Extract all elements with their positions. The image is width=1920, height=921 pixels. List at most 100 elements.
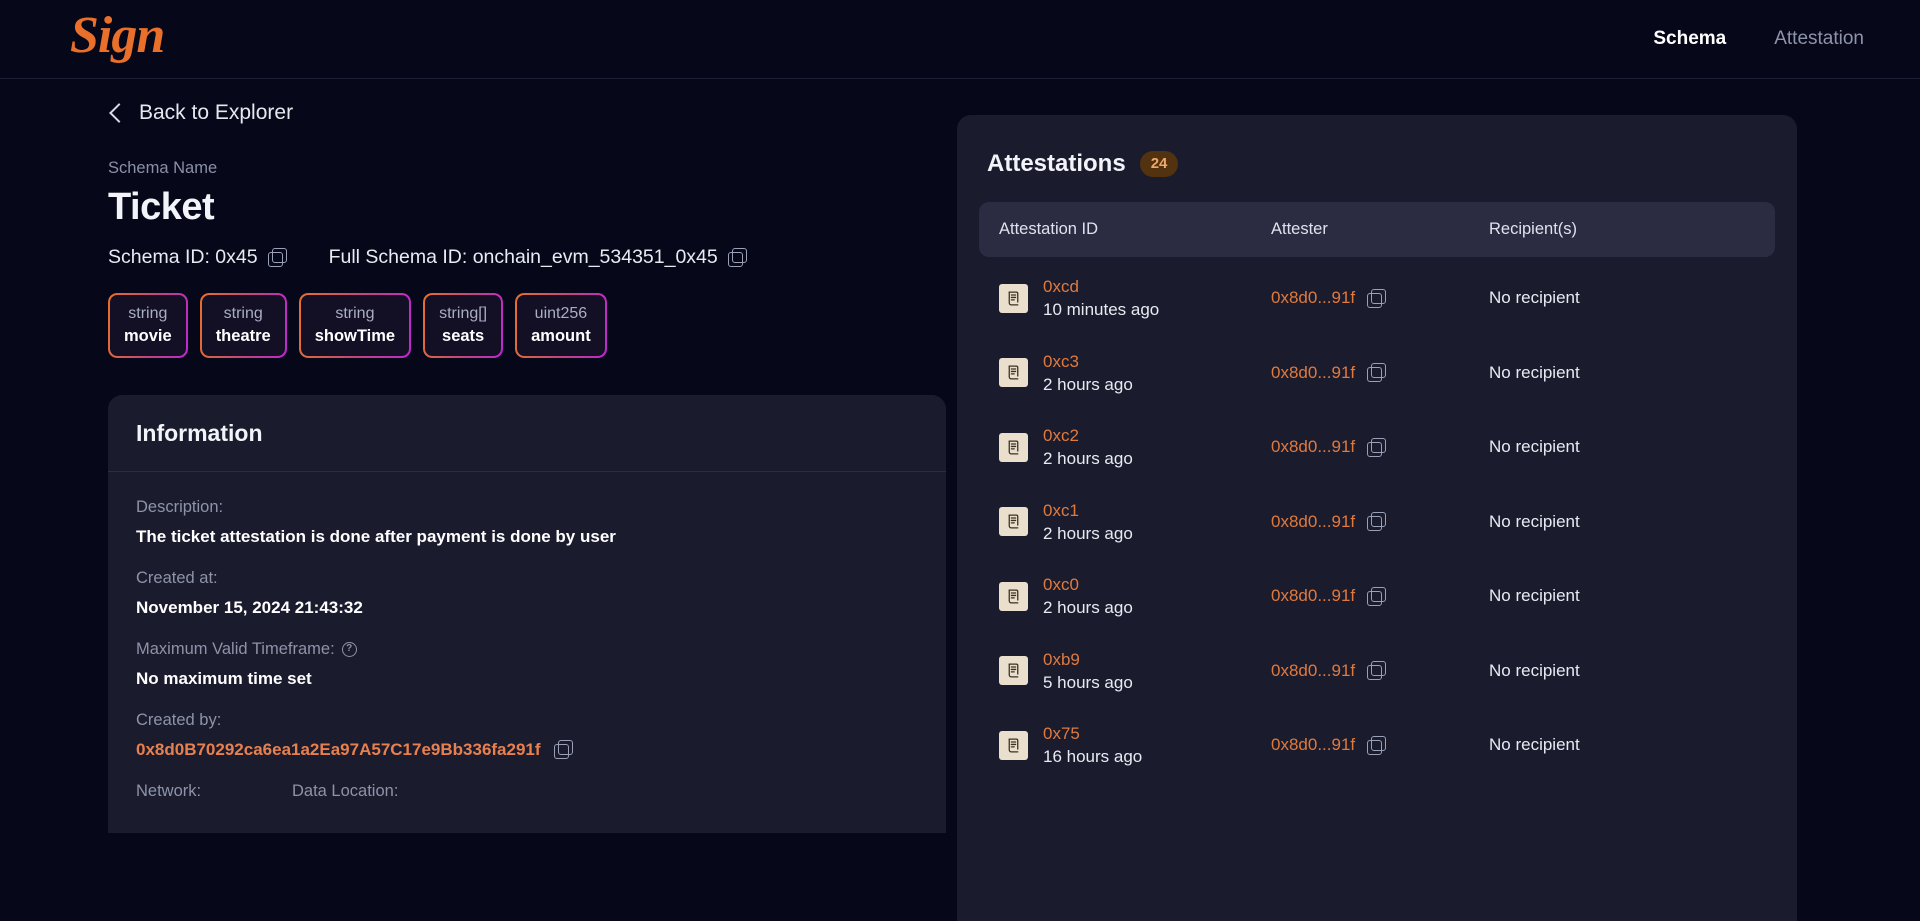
attestation-id[interactable]: 0xc0: [1043, 574, 1133, 595]
attester-address[interactable]: 0x8d0...91f: [1271, 288, 1355, 308]
chip-name: showTime: [314, 326, 396, 345]
help-circle-icon[interactable]: ?: [341, 641, 357, 657]
attestation-time: 2 hours ago: [1043, 523, 1133, 543]
row-attester-cell: 0x8d0...91f: [1271, 512, 1489, 532]
created-by-label: Created by:: [136, 710, 222, 729]
recipient-value: No recipient: [1489, 660, 1580, 680]
copy-attester-icon[interactable]: [1367, 512, 1387, 532]
nav-link-attestation[interactable]: Attestation: [1774, 28, 1864, 50]
attester-address[interactable]: 0x8d0...91f: [1271, 735, 1355, 755]
row-attester-cell: 0x8d0...91f: [1271, 288, 1489, 308]
copy-attester-icon[interactable]: [1367, 586, 1387, 606]
row-attester-cell: 0x8d0...91f: [1271, 586, 1489, 606]
schema-id-row: Schema ID: 0x45 Full Schema ID: onchain_…: [108, 246, 945, 269]
nav-links: Schema Attestation: [1653, 28, 1864, 50]
attestation-scroll-icon: [999, 730, 1028, 760]
chip-type: string: [335, 305, 375, 322]
attestation-scroll-icon: [999, 432, 1028, 462]
column-header-attester: Attester: [1271, 220, 1328, 238]
attester-address[interactable]: 0x8d0...91f: [1271, 363, 1355, 383]
attestation-time: 10 minutes ago: [1043, 300, 1160, 320]
attester-address[interactable]: 0x8d0...91f: [1271, 586, 1355, 606]
schema-id-text: Schema ID: 0x45: [108, 246, 258, 268]
row-id-text: 0xcd 10 minutes ago: [1043, 276, 1159, 321]
max-timeframe-field: Maximum Valid Timeframe: ? No maximum ti…: [136, 640, 918, 689]
attester-address[interactable]: 0x8d0...91f: [1271, 512, 1355, 532]
top-navbar: Sign Schema Attestation: [0, 0, 1920, 79]
chevron-left-icon: [109, 103, 129, 123]
attestation-scroll-icon: [999, 358, 1028, 388]
table-row[interactable]: 0xc1 2 hours ago 0x8d0...91f No recipien…: [979, 485, 1775, 560]
attestation-scroll-icon: [999, 507, 1028, 537]
table-row[interactable]: 0x75 16 hours ago 0x8d0...91f No recipie…: [979, 708, 1775, 783]
copy-full-schema-id-icon[interactable]: [727, 248, 747, 267]
table-row[interactable]: 0xc2 2 hours ago 0x8d0...91f No recipien…: [979, 410, 1775, 485]
page-title: Ticket: [108, 186, 215, 228]
attestations-column: Attestations 24 Attestation ID Attester …: [945, 79, 1868, 921]
attestation-time: 2 hours ago: [1043, 598, 1133, 618]
copy-attester-icon[interactable]: [1367, 437, 1387, 457]
information-panel: Information Description: The ticket atte…: [108, 394, 946, 833]
schema-field-chip[interactable]: uint256 amount: [515, 293, 607, 358]
created-by-value-row: 0x8d0B70292ca6ea1a2Ea97A57C17e9Bb336fa29…: [136, 740, 918, 760]
chip-type: string: [128, 305, 168, 322]
row-attester-cell: 0x8d0...91f: [1271, 735, 1489, 755]
attestation-id[interactable]: 0xcd: [1043, 276, 1159, 297]
row-id-cell: 0xcd 10 minutes ago: [999, 276, 1271, 321]
copy-created-by-icon[interactable]: [553, 740, 573, 760]
attestation-id[interactable]: 0xc3: [1043, 351, 1133, 372]
max-timeframe-label-text: Maximum Valid Timeframe:: [136, 639, 335, 658]
attestation-id[interactable]: 0x75: [1043, 723, 1142, 744]
row-id-text: 0xc2 2 hours ago: [1043, 425, 1133, 470]
back-to-explorer-label: Back to Explorer: [139, 101, 294, 124]
chip-name: movie: [124, 326, 172, 345]
schema-field-chip[interactable]: string theatre: [199, 293, 287, 358]
row-id-text: 0xc0 2 hours ago: [1043, 574, 1133, 619]
schema-name-label: Schema Name: [108, 159, 218, 177]
schema-field-chip[interactable]: string movie: [108, 293, 188, 358]
attestation-id[interactable]: 0xc2: [1043, 425, 1133, 446]
information-body: Description: The ticket attestation is d…: [108, 472, 946, 811]
row-id-text: 0xb9 5 hours ago: [1043, 649, 1133, 694]
row-id-cell: 0xc1 2 hours ago: [999, 500, 1271, 545]
created-at-value: November 15, 2024 21:43:32: [136, 597, 363, 617]
table-row[interactable]: 0xb9 5 hours ago 0x8d0...91f No recipien…: [979, 634, 1775, 709]
copy-attester-icon[interactable]: [1367, 363, 1387, 383]
schema-field-chip[interactable]: string showTime: [298, 293, 412, 358]
copy-attester-icon[interactable]: [1367, 661, 1387, 681]
copy-schema-id-icon[interactable]: [267, 248, 287, 267]
nav-link-schema[interactable]: Schema: [1653, 28, 1726, 50]
row-attester-cell: 0x8d0...91f: [1271, 437, 1489, 457]
description-field: Description: The ticket attestation is d…: [136, 498, 918, 547]
table-row[interactable]: 0xc3 2 hours ago 0x8d0...91f No recipien…: [979, 336, 1775, 411]
chip-type: string[]: [439, 305, 488, 322]
attestations-panel: Attestations 24 Attestation ID Attester …: [957, 115, 1797, 921]
network-label: Network:: [136, 781, 202, 800]
created-by-address[interactable]: 0x8d0B70292ca6ea1a2Ea97A57C17e9Bb336fa29…: [136, 740, 541, 760]
attestations-title: Attestations: [987, 150, 1126, 177]
row-id-cell: 0xc2 2 hours ago: [999, 425, 1271, 470]
row-id-text: 0x75 16 hours ago: [1043, 723, 1142, 768]
created-by-field: Created by: 0x8d0B70292ca6ea1a2Ea97A57C1…: [136, 711, 918, 760]
chip-name: amount: [531, 326, 591, 345]
data-location-label: Data Location:: [292, 781, 399, 800]
recipient-value: No recipient: [1489, 437, 1580, 457]
attestation-time: 2 hours ago: [1043, 449, 1133, 469]
attester-address[interactable]: 0x8d0...91f: [1271, 661, 1355, 681]
attestation-id[interactable]: 0xc1: [1043, 500, 1133, 521]
attestation-scroll-icon: [999, 581, 1028, 611]
back-to-explorer-link[interactable]: Back to Explorer: [108, 101, 293, 125]
max-timeframe-value: No maximum time set: [136, 668, 312, 688]
table-row[interactable]: 0xc0 2 hours ago 0x8d0...91f No recipien…: [979, 559, 1775, 634]
copy-attester-icon[interactable]: [1367, 288, 1387, 308]
table-row[interactable]: 0xcd 10 minutes ago 0x8d0...91f No recip…: [979, 261, 1775, 336]
schema-field-chip[interactable]: string[] seats: [423, 293, 504, 358]
sign-logo[interactable]: Sign: [70, 10, 165, 68]
attestation-time: 5 hours ago: [1043, 672, 1133, 692]
copy-attester-icon[interactable]: [1367, 735, 1387, 755]
attestation-id[interactable]: 0xb9: [1043, 649, 1133, 670]
max-timeframe-label: Maximum Valid Timeframe: ?: [136, 640, 918, 659]
attestation-scroll-icon: [999, 656, 1028, 686]
attester-address[interactable]: 0x8d0...91f: [1271, 437, 1355, 457]
row-id-text: 0xc3 2 hours ago: [1043, 351, 1133, 396]
